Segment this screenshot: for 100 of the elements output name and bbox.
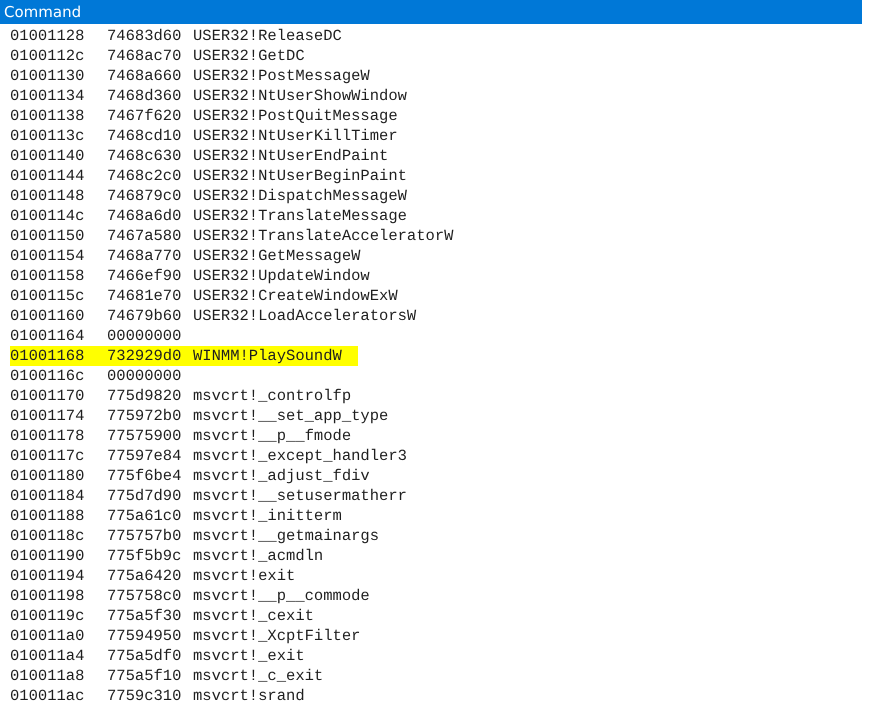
address-cell-text: 0100115c: [10, 286, 86, 306]
symbol-cell: msvcrt!__p__fmode: [193, 426, 352, 446]
symbol-cell: USER32!TranslateMessage: [193, 206, 407, 226]
value-cell-text: 775a6420: [107, 566, 182, 586]
symbol-cell: msvcrt!_XcptFilter: [193, 626, 360, 646]
symbol-cell: USER32!DispatchMessageW: [193, 186, 407, 206]
symbol-cell: msvcrt!__setusermatherr: [193, 486, 407, 506]
value-cell-text: 775d7d90: [107, 486, 182, 506]
value-cell-text: 732929d0: [107, 346, 182, 366]
address-cell-text: 01001154: [10, 246, 86, 266]
symbol-cell: USER32!PostMessageW: [193, 66, 370, 86]
symbol-cell: USER32!GetDC: [193, 46, 305, 66]
value-cell-text: 7468a6d0: [107, 206, 182, 226]
value-cell-text: 7759c310: [107, 686, 182, 706]
address-cell-text: 01001130: [10, 66, 86, 86]
symbol-cell: msvcrt!srand: [193, 686, 305, 706]
value-cell-text: 775a5f30: [107, 606, 182, 626]
symbol-cell: USER32!CreateWindowExW: [193, 286, 398, 306]
symbol-cell: msvcrt!__p__commode: [193, 586, 370, 606]
address-cell-text: 01001190: [10, 546, 86, 566]
address-cell-text: 010011ac: [10, 686, 86, 706]
symbol-cell: USER32!NtUserBeginPaint: [193, 166, 407, 186]
address-cell-text: 0100117c: [10, 446, 86, 466]
address-cell-text: 01001194: [10, 566, 86, 586]
symbol-cell: WINMM!PlaySoundW: [193, 346, 342, 366]
value-cell-text: 74683d60: [107, 26, 182, 46]
address-cell-text: 01001158: [10, 266, 86, 286]
address-cell-text: 01001144: [10, 166, 86, 186]
symbol-cell: msvcrt!_exit: [193, 646, 305, 666]
symbol-cell: msvcrt!_c_exit: [193, 666, 324, 686]
symbol-cell: msvcrt!exit: [193, 566, 296, 586]
symbol-cell: USER32!NtUserKillTimer: [193, 126, 398, 146]
address-cell-text: 010011a4: [10, 646, 86, 666]
symbol-cell: msvcrt!_cexit: [193, 606, 314, 626]
address-cell-text: 01001138: [10, 106, 86, 126]
address-cell-text: 010011a8: [10, 666, 86, 686]
value-cell-text: 775757b0: [107, 526, 182, 546]
value-cell-text: 775a61c0: [107, 506, 182, 526]
value-cell-text: 7467f620: [107, 106, 182, 126]
value-cell-text: 7468c2c0: [107, 166, 182, 186]
address-cell-text: 01001160: [10, 306, 86, 326]
address-cell-text: 01001140: [10, 146, 86, 166]
value-cell-text: 7468ac70: [107, 46, 182, 66]
address-cell-text: 0100113c: [10, 126, 86, 146]
address-cell-text: 0100116c: [10, 366, 86, 386]
address-cell-text: 01001198: [10, 586, 86, 606]
address-cell-text: 01001174: [10, 406, 86, 426]
value-cell-text: 775a5f10: [107, 666, 182, 686]
symbol-cell: USER32!LoadAcceleratorsW: [193, 306, 416, 326]
symbol-cell: msvcrt!__set_app_type: [193, 406, 388, 426]
address-cell-text: 01001134: [10, 86, 86, 106]
address-cell-text: 01001150: [10, 226, 86, 246]
address-cell-text: 0100112c: [10, 46, 86, 66]
address-cell-text: 01001188: [10, 506, 86, 526]
value-cell-text: 7468c630: [107, 146, 182, 166]
value-cell-text: 746879c0: [107, 186, 182, 206]
value-cell-text: 775f5b9c: [107, 546, 182, 566]
symbol-cell: msvcrt!_except_handler3: [193, 446, 407, 466]
symbol-cell: USER32!NtUserEndPaint: [193, 146, 388, 166]
address-cell-text: 01001128: [10, 26, 86, 46]
window-title: Command: [4, 3, 82, 21]
value-cell-text: 7468cd10: [107, 126, 182, 146]
symbol-cell: USER32!NtUserShowWindow: [193, 86, 407, 106]
address-cell-text: 01001170: [10, 386, 86, 406]
value-cell-text: 7466ef90: [107, 266, 182, 286]
value-cell-text: 7468d360: [107, 86, 182, 106]
value-cell-text: 77597e84: [107, 446, 182, 466]
address-cell-text: 0100114c: [10, 206, 86, 226]
symbol-cell: msvcrt!_initterm: [193, 506, 342, 526]
address-cell-text: 01001164: [10, 326, 86, 346]
symbol-cell: USER32!UpdateWindow: [193, 266, 370, 286]
value-cell-text: 775972b0: [107, 406, 182, 426]
value-cell-text: 00000000: [107, 326, 182, 346]
symbol-cell: msvcrt!_adjust_fdiv: [193, 466, 370, 486]
symbol-cell: msvcrt!__getmainargs: [193, 526, 380, 546]
address-cell-text: 01001178: [10, 426, 86, 446]
address-cell-text: 01001184: [10, 486, 86, 506]
address-cell-text: 0100118c: [10, 526, 86, 546]
symbol-cell: msvcrt!_controlfp: [193, 386, 352, 406]
value-cell-text: 775a5df0: [107, 646, 182, 666]
value-cell-text: 74681e70: [107, 286, 182, 306]
value-cell-text: 7467a580: [107, 226, 182, 246]
address-cell-text: 01001168: [10, 346, 86, 366]
address-cell-text: 010011a0: [10, 626, 86, 646]
value-cell-text: 775758c0: [107, 586, 182, 606]
value-cell-text: 7468a660: [107, 66, 182, 86]
symbol-cell: msvcrt!_acmdln: [193, 546, 324, 566]
value-cell-text: 74679b60: [107, 306, 182, 326]
value-cell-text: 77594950: [107, 626, 182, 646]
value-cell-text: 00000000: [107, 366, 182, 386]
address-cell-text: 0100119c: [10, 606, 86, 626]
symbol-cell: USER32!GetMessageW: [193, 246, 360, 266]
symbol-cell: USER32!TranslateAcceleratorW: [193, 226, 454, 246]
value-cell-text: 775d9820: [107, 386, 182, 406]
value-cell-text: 775f6be4: [107, 466, 182, 486]
address-cell-text: 01001148: [10, 186, 86, 206]
symbol-cell: USER32!ReleaseDC: [193, 26, 342, 46]
address-cell-text: 01001180: [10, 466, 86, 486]
value-cell-text: 7468a770: [107, 246, 182, 266]
value-cell-text: 77575900: [107, 426, 182, 446]
